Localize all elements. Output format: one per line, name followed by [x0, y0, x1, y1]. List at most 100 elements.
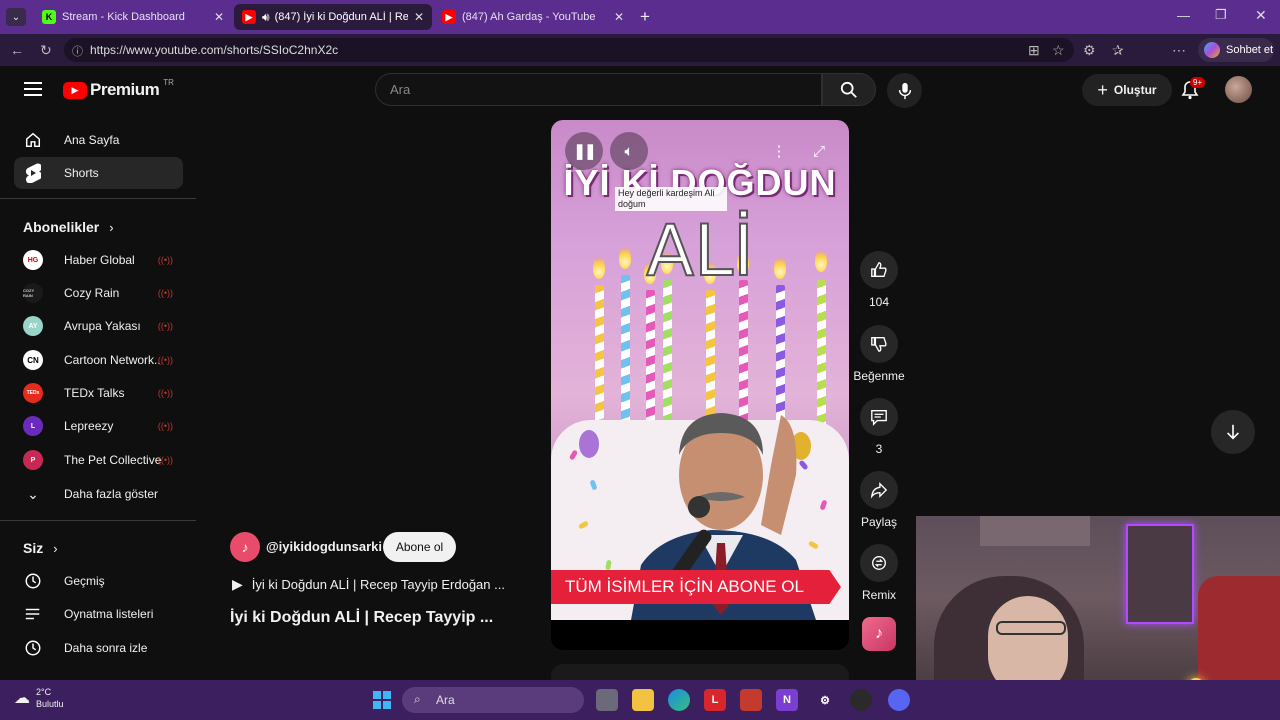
speaker-icon[interactable]: 🔊︎ — [262, 10, 270, 25]
taskbar-search-placeholder: Ara — [436, 693, 455, 707]
onenote-icon[interactable]: N — [776, 689, 798, 711]
tab-list-icon[interactable]: ⌄ — [6, 8, 26, 26]
browser-toolbar: ← ↻ ⓘ https://www.youtube.com/shorts/SSI… — [0, 34, 1280, 94]
browser-tab-ah-gardas[interactable]: ▶ (847) Ah Gardaş - YouTube ✕ — [434, 4, 632, 30]
sidebar-item-cozy-rain[interactable]: COZY RAIN Cozy Rain ((•)) — [14, 277, 183, 309]
shelf — [1126, 524, 1194, 624]
window-close-icon[interactable]: ✕ — [1255, 7, 1267, 24]
create-label: Oluştur — [1113, 83, 1157, 97]
discord-icon[interactable] — [888, 689, 910, 711]
new-tab-icon[interactable]: + — [640, 7, 650, 27]
short-title[interactable]: İyi ki Doğdun ALİ | Recep Tayyip ... — [230, 609, 493, 627]
voice-search-button[interactable] — [887, 73, 922, 108]
search-icon — [840, 81, 857, 98]
youtube-premium-logo[interactable]: ▶ Premium TR — [63, 78, 174, 100]
back-icon[interactable]: ← — [10, 42, 24, 58]
subscribe-button[interactable]: Abone ol — [383, 532, 456, 562]
sidebar-item-tedx-talks[interactable]: TEDx TEDx Talks ((•)) — [14, 377, 183, 409]
sidebar-item-pet-collective[interactable]: P The Pet Collective ((•)) — [14, 444, 183, 476]
browser-tab-kick[interactable]: K Stream - Kick Dashboard ✕ — [34, 4, 232, 30]
dislike-button[interactable]: Beğenme — [849, 325, 909, 383]
channel-avatar: L — [23, 416, 43, 436]
chevron-right-icon: › — [53, 540, 58, 556]
you-heading[interactable]: Siz › — [23, 540, 58, 556]
search-button[interactable] — [822, 73, 876, 106]
close-icon[interactable]: ✕ — [414, 10, 424, 24]
maximize-icon[interactable]: ❐ — [1215, 7, 1227, 23]
comment-button[interactable]: 3 — [857, 398, 901, 456]
wall-pictures — [980, 516, 1090, 546]
sidebar-item-label: Ana Sayfa — [64, 133, 120, 147]
channel-avatar[interactable]: ♪ — [230, 532, 260, 562]
shorts-icon — [23, 163, 43, 183]
copilot-button[interactable]: Sohbet et — [1198, 38, 1274, 62]
subscriptions-title: Abonelikler — [23, 219, 100, 235]
extensions-icon[interactable]: ⚙ — [1083, 42, 1096, 59]
tab-title: (847) İyi ki Doğdun ALİ | Recep — [274, 11, 408, 23]
subscriptions-heading[interactable]: Abonelikler › — [23, 219, 114, 235]
edge-icon[interactable] — [668, 689, 690, 711]
obs-icon[interactable] — [850, 689, 872, 711]
tab-title: (847) Ah Gardaş - YouTube — [462, 11, 596, 23]
weather-widget[interactable]: ☁ 2°C Bulutlu — [14, 686, 64, 710]
youtube-icon: ▶ — [442, 10, 456, 24]
close-icon[interactable]: ✕ — [214, 10, 224, 24]
fullscreen-button[interactable]: ⤢ — [800, 132, 838, 170]
address-bar[interactable]: ⓘ https://www.youtube.com/shorts/SSIoC2h… — [64, 38, 1074, 62]
app-l-icon[interactable]: L — [704, 689, 726, 711]
share-button[interactable]: Paylaş — [857, 471, 901, 529]
more-vert-icon: ⋮ — [771, 143, 787, 160]
volume-button[interactable]: 🔈︎ — [610, 132, 648, 170]
sidebar-item-haber-global[interactable]: HG Haber Global ((•)) — [14, 244, 183, 276]
file-explorer-icon[interactable] — [632, 689, 654, 711]
notifications-button[interactable]: 9+ — [1180, 77, 1206, 105]
sidebar-item-label: Lepreezy — [64, 419, 114, 433]
reload-icon[interactable]: ↻ — [40, 42, 52, 59]
copilot-label: Sohbet et — [1226, 44, 1274, 56]
sidebar-item-lepreezy[interactable]: L Lepreezy ((•)) — [14, 410, 183, 442]
video-frame[interactable]: İYİ Kİ DOĞDUN ALİ Hey değerli kardeşim A… — [551, 120, 849, 620]
search-input[interactable]: Ara — [375, 73, 822, 106]
next-short-button[interactable] — [1211, 410, 1255, 454]
favorite-star-icon[interactable]: ☆ — [1052, 42, 1065, 59]
browser-tab-active[interactable]: ▶ 🔊︎ (847) İyi ki Doğdun ALİ | Recep ✕ — [234, 4, 432, 30]
video-overlay-name: ALİ — [645, 209, 755, 293]
music-title: İyi ki Doğdun ALİ | Recep Tayyip Erdoğan… — [251, 577, 505, 592]
settings-icon[interactable]: ⚙ — [814, 689, 836, 711]
create-button[interactable]: + Oluştur — [1082, 74, 1172, 106]
music-link[interactable]: ▶ İyi ki Doğdun ALİ | Recep Tayyip Erdoğ… — [232, 576, 505, 593]
sidebar-item-watch-later[interactable]: Daha sonra izle — [14, 632, 183, 664]
app-icon[interactable]: ⊞ — [1028, 42, 1040, 59]
sidebar-item-shorts[interactable]: Shorts — [14, 157, 183, 189]
site-info-icon[interactable]: ⓘ — [72, 43, 83, 59]
sidebar-item-home[interactable]: Ana Sayfa — [14, 124, 183, 156]
like-button[interactable]: 104 — [857, 251, 901, 309]
sidebar-item-playlists[interactable]: Oynatma listeleri — [14, 598, 183, 630]
sidebar-item-avrupa-yakasi[interactable]: AY Avrupa Yakası ((•)) — [14, 310, 183, 342]
hamburger-menu-icon[interactable] — [24, 82, 42, 96]
channel-name[interactable]: @iyikidogdunsarki — [266, 539, 382, 554]
chevron-right-icon: › — [109, 219, 114, 235]
close-icon[interactable]: ✕ — [614, 10, 624, 24]
taskbar-search[interactable]: ⌕ Ara — [402, 687, 584, 713]
more-menu-icon[interactable]: ⋯ — [1172, 42, 1186, 59]
favorites-icon[interactable]: ✰ — [1112, 42, 1124, 59]
sidebar-item-cartoon-network[interactable]: CN Cartoon Network... ((•)) — [14, 344, 183, 376]
shorts-player[interactable]: İYİ Kİ DOĞDUN ALİ Hey değerli kardeşim A… — [551, 120, 849, 650]
video-caption: Hey değerli kardeşim Ali doğum — [615, 187, 727, 211]
pause-button[interactable]: ❚❚ — [565, 132, 603, 170]
task-view-icon[interactable] — [596, 689, 618, 711]
user-avatar[interactable] — [1225, 76, 1252, 103]
live-icon: ((•)) — [157, 455, 173, 465]
sound-thumbnail[interactable]: ♪ — [862, 617, 896, 651]
sidebar-item-label: The Pet Collective — [64, 453, 162, 467]
comment-count: 3 — [875, 442, 883, 456]
sidebar-show-more[interactable]: ⌄ Daha fazla göster — [14, 478, 183, 510]
start-button[interactable] — [371, 689, 393, 711]
pause-icon: ❚❚ — [573, 143, 596, 160]
shield-app-icon[interactable] — [740, 689, 762, 711]
sidebar-item-history[interactable]: Geçmiş — [14, 565, 183, 597]
remix-button[interactable]: Remix — [857, 544, 901, 602]
minimize-icon[interactable]: — — [1177, 8, 1190, 23]
more-options-button[interactable]: ⋮ — [760, 132, 798, 170]
